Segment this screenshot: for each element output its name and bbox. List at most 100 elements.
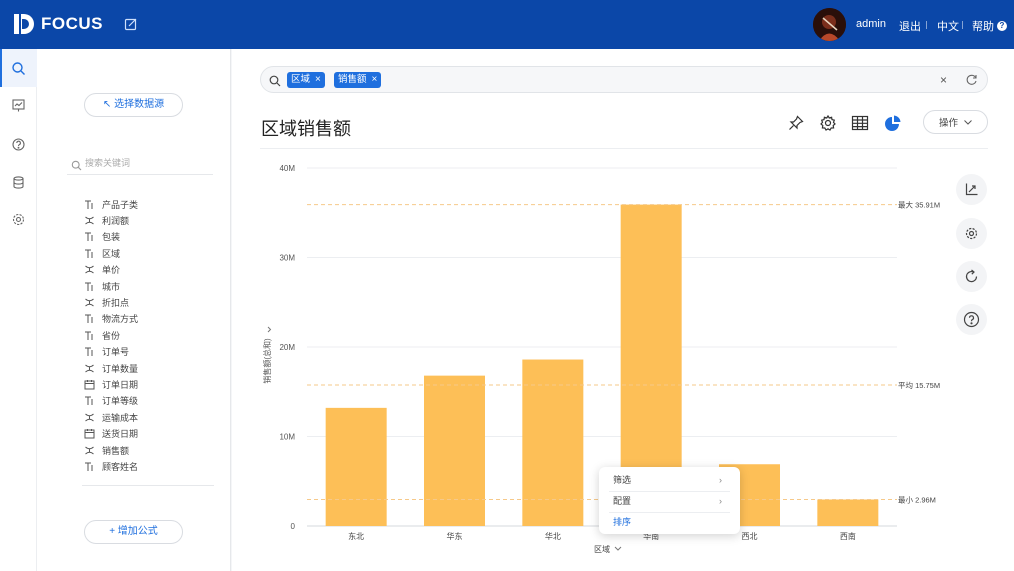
header-divider (962, 21, 963, 29)
search-chip[interactable]: 区域 × (287, 72, 325, 88)
field-item-label: 区域 (102, 248, 121, 259)
operations-label: 操作 (938, 118, 958, 129)
keyword-search-input[interactable] (85, 156, 205, 170)
x-tick-label: 华北 (545, 531, 561, 541)
y-tick-label: 40M (279, 164, 295, 173)
text-field-icon (83, 231, 95, 242)
bar[interactable] (522, 359, 584, 526)
field-item-label: 省份 (102, 330, 121, 341)
field-item-label: 折扣点 (102, 298, 130, 309)
field-item[interactable]: 城市 (83, 278, 213, 294)
field-item[interactable]: 利润额 (83, 212, 213, 228)
help-label: 帮助 (972, 21, 994, 33)
clear-search-button[interactable]: × (940, 73, 947, 87)
logout-link[interactable]: 退出 (899, 18, 921, 34)
field-item[interactable]: 物流方式 (83, 311, 213, 327)
remove-chip-icon[interactable]: × (315, 72, 321, 88)
text-field-icon (83, 395, 95, 406)
context-menu-filter[interactable]: 筛选 › (599, 470, 740, 490)
chevron-down-icon[interactable] (614, 546, 622, 551)
database-icon[interactable] (11, 175, 26, 190)
y-tick-label: 10M (279, 433, 295, 442)
add-formula-button[interactable]: + 增加公式 (84, 520, 183, 544)
field-list: 产品子类 利润额包装区域单价城市折扣点物流方式省份订单号订单数量订单日期订单等级运… (83, 196, 213, 475)
select-datasource-button[interactable]: ↖ 选择数据源 (84, 93, 183, 117)
app-name: FOCUS (41, 14, 103, 33)
x-axis-title[interactable]: 区域 (594, 544, 610, 554)
field-item[interactable]: 产品子类 (83, 196, 213, 212)
bar[interactable] (325, 407, 387, 526)
refresh-icon[interactable] (965, 73, 978, 86)
pie-chart-icon[interactable] (884, 114, 902, 132)
field-panel: ↖ 选择数据源 产品子类利润额包装区域单价城市折扣点物流方式省份订单号订单数量订… (37, 49, 231, 571)
field-item[interactable]: 单价 (83, 262, 213, 278)
context-menu-sort[interactable]: 排序 (599, 512, 740, 532)
field-item[interactable]: 销售额 (83, 442, 213, 458)
field-item-label: 运输成本 (102, 412, 139, 423)
field-item[interactable]: 折扣点 (83, 294, 213, 310)
header-divider (926, 21, 927, 29)
settings-icon[interactable] (819, 114, 837, 132)
field-item[interactable]: 订单数量 (83, 360, 213, 376)
field-item-label: 订单等级 (102, 396, 139, 407)
search-icon[interactable] (11, 61, 26, 76)
pin-icon[interactable] (787, 114, 805, 132)
chevron-right-icon[interactable] (267, 326, 272, 333)
rail-active-indicator (0, 49, 2, 87)
dashboard-icon[interactable] (11, 98, 26, 113)
field-item[interactable]: 包装 (83, 229, 213, 245)
y-axis-title[interactable]: 销售额(总和) (262, 338, 272, 384)
field-item[interactable]: 订单号 (83, 344, 213, 360)
question-icon[interactable] (11, 137, 26, 152)
field-item[interactable]: 订单日期 (83, 376, 213, 392)
field-item[interactable]: 送货日期 (83, 425, 213, 441)
field-item[interactable]: 区域 (83, 245, 213, 261)
gear-icon[interactable] (11, 212, 26, 227)
language-switch[interactable]: 中文 (937, 18, 959, 34)
search-bar[interactable]: 区域 × 销售额 × × (260, 66, 988, 93)
field-item[interactable]: 省份 (83, 327, 213, 343)
field-item-label: 单价 (102, 265, 121, 276)
field-item-label: 送货日期 (102, 429, 139, 440)
text-field-icon (83, 330, 95, 341)
chevron-right-icon: › (719, 475, 722, 485)
measure-field-icon (83, 215, 95, 226)
text-field-icon (83, 248, 95, 259)
measure-field-icon (83, 297, 95, 308)
y-tick-label: 30M (279, 254, 295, 263)
field-item-label: 订单号 (102, 347, 130, 358)
reference-line-label: 最大 35.91M (898, 200, 940, 210)
context-menu-configure[interactable]: 配置 › (599, 491, 740, 511)
measure-field-icon (83, 264, 95, 275)
text-field-icon (83, 313, 95, 324)
avatar[interactable] (813, 8, 846, 41)
context-menu-filter-label: 筛选 (613, 475, 632, 485)
text-field-icon (83, 281, 95, 292)
field-item[interactable]: 顾客姓名 (83, 458, 213, 474)
y-tick-label: 20M (279, 343, 295, 352)
logo-mark-icon (13, 12, 35, 36)
field-item[interactable]: 订单等级 (83, 393, 213, 409)
field-item-label: 订单日期 (102, 379, 139, 390)
app-logo[interactable]: FOCUS (13, 12, 103, 36)
chevron-down-icon (964, 119, 972, 125)
bar[interactable] (424, 375, 485, 526)
table-icon[interactable] (851, 114, 869, 132)
nav-rail (0, 49, 37, 571)
search-chip[interactable]: 销售额 × (334, 72, 382, 88)
x-tick-label: 华东 (447, 531, 463, 541)
search-chip-label: 区域 (291, 74, 311, 85)
x-tick-label: 东北 (348, 531, 364, 541)
text-field-icon (83, 346, 95, 357)
field-item[interactable]: 运输成本 (83, 409, 213, 425)
operations-button[interactable]: 操作 (923, 110, 988, 134)
field-item-label: 顾客姓名 (102, 461, 139, 472)
edit-icon[interactable] (124, 17, 138, 31)
bar[interactable] (817, 499, 879, 526)
measure-field-icon (83, 445, 95, 456)
context-menu-sort-label: 排序 (613, 517, 632, 527)
remove-chip-icon[interactable]: × (372, 72, 378, 88)
help-link[interactable]: 帮助 ? (972, 18, 1007, 34)
field-item-label: 包装 (102, 232, 121, 243)
field-item-label: 物流方式 (102, 314, 139, 325)
